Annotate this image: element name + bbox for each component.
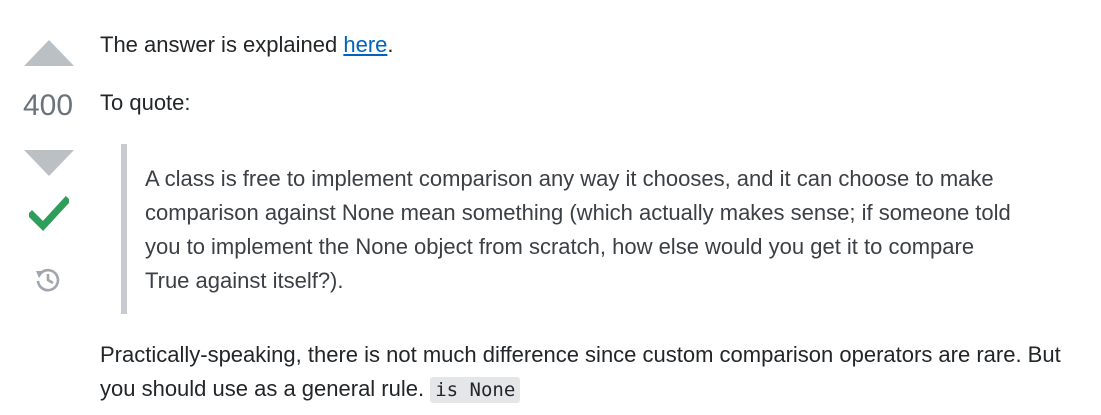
paragraph-line: you should use as a general rule. is Non… — [100, 372, 1090, 407]
here-link[interactable]: here — [343, 32, 387, 57]
quote-line: True against itself?). — [145, 268, 344, 293]
inline-code: is None — [430, 377, 521, 403]
answer-paragraph-2: To quote: — [100, 90, 191, 115]
accepted-answer-check-icon — [29, 196, 69, 232]
quote-line: comparison against None mean something (… — [145, 200, 1011, 225]
answer-text-suffix: . — [387, 32, 394, 57]
blockquote-text: A class is free to implement comparison … — [145, 144, 1045, 298]
paragraph-text: you should use as a general rule. — [100, 376, 431, 401]
vote-count: 400 — [22, 89, 74, 122]
blockquote: A class is free to implement comparison … — [121, 144, 1071, 314]
quote-line: A class is free to implement comparison … — [145, 166, 994, 191]
paragraph-line: Practically-speaking, there is not much … — [100, 342, 1061, 367]
answer-paragraph-3: Practically-speaking, there is not much … — [100, 338, 1090, 407]
upvote-arrow-icon[interactable] — [24, 40, 74, 66]
downvote-arrow-icon[interactable] — [24, 150, 74, 176]
answer-paragraph-1: The answer is explained here. — [100, 28, 394, 62]
quote-line: you to implement the None object from sc… — [145, 234, 975, 259]
history-icon[interactable] — [33, 265, 63, 295]
answer-text: The answer is explained — [100, 32, 344, 57]
